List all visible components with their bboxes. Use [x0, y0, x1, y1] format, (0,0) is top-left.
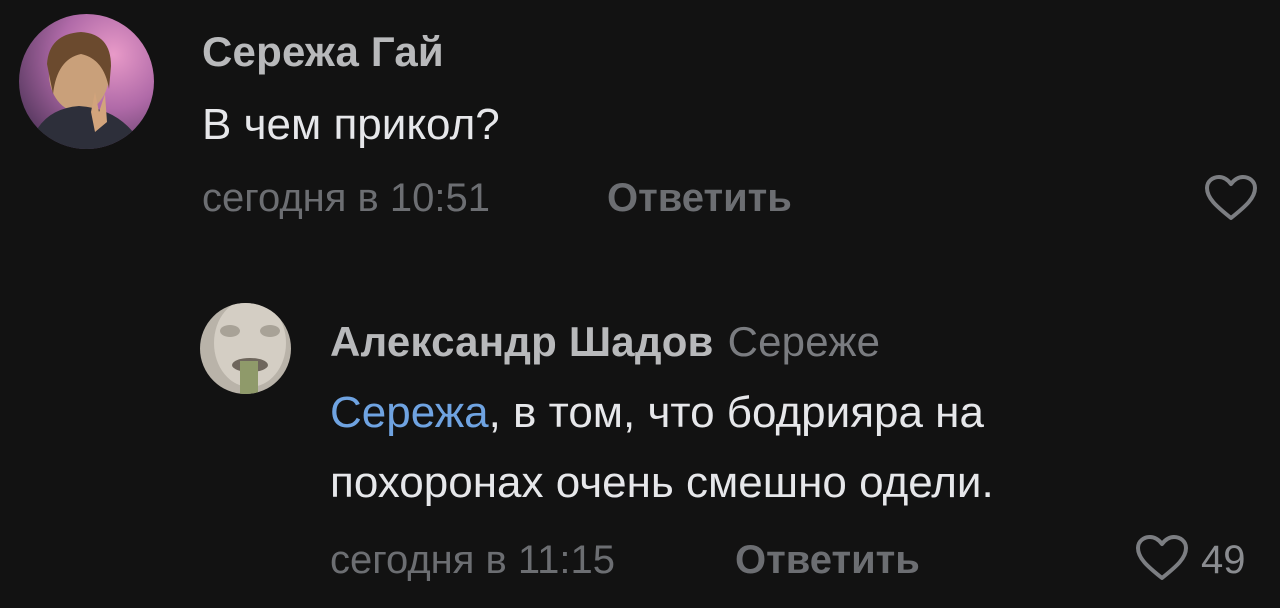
comment-author[interactable]: Сережа Гай — [202, 28, 444, 76]
mention-link[interactable]: Сережа — [330, 388, 489, 437]
like-count: 49 — [1201, 538, 1246, 582]
comment-timestamp: сегодня в 11:15 — [330, 538, 616, 582]
comment-author[interactable]: Александр Шадов Сереже — [330, 318, 880, 366]
heart-outline-icon — [1135, 534, 1189, 587]
comment-timestamp: сегодня в 10:51 — [202, 176, 490, 220]
heart-outline-icon — [1204, 174, 1258, 227]
comment-text: Сережа, в том, что бодрияра на похоронах… — [330, 378, 994, 518]
comment-text-line2: похоронах очень смешно одели. — [330, 458, 994, 507]
avatar-aleksandr[interactable] — [200, 303, 291, 394]
comment-text-line1: , в том, что бодрияра на — [488, 388, 984, 437]
reply-button[interactable]: Ответить — [607, 176, 792, 221]
comment-2: Александр Шадов Сереже Сережа, в том, что… — [0, 290, 1280, 608]
reply-to-label[interactable]: Сереже — [728, 318, 881, 365]
like-button[interactable]: 49 — [1135, 534, 1246, 587]
like-button[interactable] — [1204, 174, 1258, 227]
author-name[interactable]: Александр Шадов — [330, 318, 714, 365]
comment-1: Сережа Гай В чем прикол? сегодня в 10:51… — [0, 0, 1280, 240]
reply-button[interactable]: Ответить — [735, 538, 920, 583]
comment-text: В чем прикол? — [202, 100, 500, 149]
avatar-serezha[interactable] — [19, 14, 154, 149]
